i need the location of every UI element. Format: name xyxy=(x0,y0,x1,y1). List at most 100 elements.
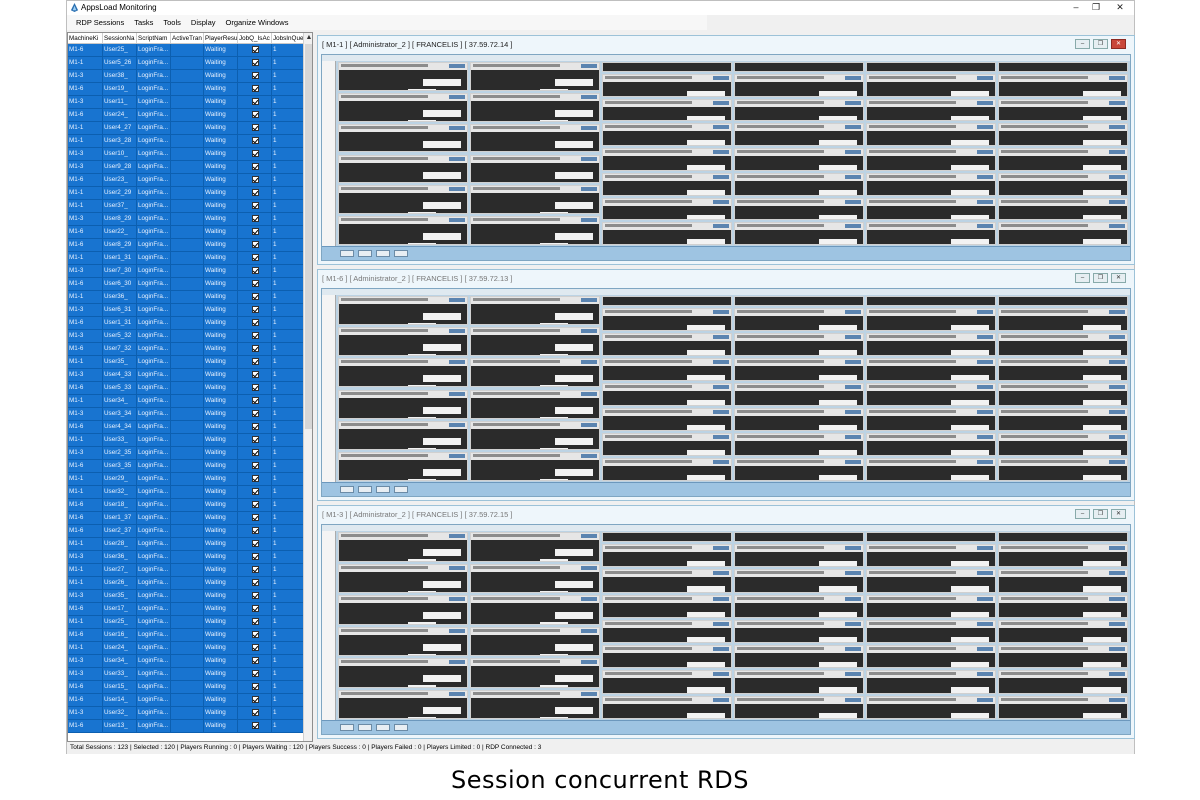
table-row[interactable]: M1-1 User1_31 LoginFra... Waiting 1 xyxy=(68,252,312,265)
table-row[interactable]: M1-6 User3_35 LoginFra... Waiting 1 xyxy=(68,460,312,473)
session-tile[interactable] xyxy=(338,296,468,326)
session-tile[interactable] xyxy=(866,222,996,245)
table-row[interactable]: M1-3 User9_28 LoginFra... Waiting 1 xyxy=(68,161,312,174)
session-tile[interactable] xyxy=(470,123,600,153)
session-tile[interactable] xyxy=(470,154,600,184)
session-tile[interactable] xyxy=(470,451,600,481)
checkbox-checked-icon[interactable] xyxy=(251,410,259,417)
session-tile[interactable] xyxy=(866,383,996,406)
session-tile[interactable] xyxy=(602,333,732,356)
table-row[interactable]: M1-6 User2_37 LoginFra... Waiting 1 xyxy=(68,525,312,538)
checkbox-checked-icon[interactable] xyxy=(251,566,259,573)
session-tile[interactable] xyxy=(734,148,864,171)
checkbox-checked-icon[interactable] xyxy=(251,241,259,248)
checkbox-checked-icon[interactable] xyxy=(251,111,259,118)
table-row[interactable]: M1-3 User35_ LoginFra... Waiting 1 xyxy=(68,590,312,603)
session-tile[interactable] xyxy=(470,658,600,688)
rdp-remote-desktop[interactable] xyxy=(321,288,1131,497)
session-tile[interactable] xyxy=(602,408,732,431)
checkbox-checked-icon[interactable] xyxy=(251,202,259,209)
table-row[interactable]: M1-1 User35_ LoginFra... Waiting 1 xyxy=(68,356,312,369)
session-tile[interactable] xyxy=(998,670,1128,694)
session-tile[interactable] xyxy=(470,389,600,419)
session-tile[interactable] xyxy=(338,154,468,184)
session-tile[interactable] xyxy=(866,544,996,568)
session-tile[interactable] xyxy=(998,433,1128,456)
checkbox-checked-icon[interactable] xyxy=(251,527,259,534)
menu-tasks[interactable]: Tasks xyxy=(129,15,158,30)
table-row[interactable]: M1-1 User24_ LoginFra... Waiting 1 xyxy=(68,642,312,655)
session-tile[interactable] xyxy=(734,408,864,431)
session-tile[interactable] xyxy=(998,458,1128,481)
taskbar-icon[interactable] xyxy=(340,250,354,257)
session-tile[interactable] xyxy=(866,619,996,644)
table-row[interactable]: M1-1 User28_ LoginFra... Waiting 1 xyxy=(68,538,312,551)
table-row[interactable]: M1-3 User38_ LoginFra... Waiting 1 xyxy=(68,70,312,83)
session-tile[interactable] xyxy=(998,569,1128,593)
rdp-window[interactable]: [ M1-6 ] [ Administrator_2 ] [ FRANCELIS… xyxy=(317,269,1135,501)
session-tile[interactable] xyxy=(602,695,732,719)
session-tile[interactable] xyxy=(338,216,468,245)
session-tile[interactable] xyxy=(734,333,864,356)
session-tile[interactable] xyxy=(602,148,732,171)
session-tile[interactable] xyxy=(998,148,1128,171)
session-tile[interactable] xyxy=(338,123,468,153)
session-tile[interactable] xyxy=(602,458,732,481)
rdp-remote-desktop[interactable] xyxy=(321,54,1131,261)
session-tile[interactable] xyxy=(734,619,864,644)
table-row[interactable]: M1-6 User7_32 LoginFra... Waiting 1 xyxy=(68,343,312,356)
taskbar-icon[interactable] xyxy=(358,486,372,493)
checkbox-checked-icon[interactable] xyxy=(251,579,259,586)
column-header-player-result[interactable]: PlayerResu xyxy=(204,33,238,43)
checkbox-checked-icon[interactable] xyxy=(251,384,259,391)
menu-display[interactable]: Display xyxy=(186,15,221,30)
session-tile[interactable] xyxy=(866,123,996,147)
rdp-close-button[interactable]: ✕ xyxy=(1111,39,1126,49)
session-tile[interactable] xyxy=(998,74,1128,97)
session-tile[interactable] xyxy=(734,458,864,481)
table-row[interactable]: M1-1 User26_ LoginFra... Waiting 1 xyxy=(68,577,312,590)
session-tile[interactable] xyxy=(734,74,864,97)
column-header-jobq-isactive[interactable]: JobQ_IsAc xyxy=(238,33,272,43)
session-tile[interactable] xyxy=(338,451,468,481)
session-tile[interactable] xyxy=(866,74,996,97)
session-tile[interactable] xyxy=(866,358,996,381)
session-tile[interactable] xyxy=(866,172,996,196)
checkbox-checked-icon[interactable] xyxy=(251,592,259,599)
session-tile[interactable] xyxy=(734,544,864,568)
session-tile[interactable] xyxy=(338,185,468,215)
session-tile[interactable] xyxy=(866,308,996,331)
session-tile[interactable] xyxy=(998,98,1128,122)
session-tile[interactable] xyxy=(470,296,600,326)
checkbox-checked-icon[interactable] xyxy=(251,657,259,664)
session-tile[interactable] xyxy=(338,532,468,562)
checkbox-checked-icon[interactable] xyxy=(251,514,259,521)
session-tile[interactable] xyxy=(734,308,864,331)
session-tile[interactable] xyxy=(470,358,600,388)
session-tile[interactable] xyxy=(470,327,600,357)
table-row[interactable]: M1-3 User36_ LoginFra... Waiting 1 xyxy=(68,551,312,564)
checkbox-checked-icon[interactable] xyxy=(251,644,259,651)
table-row[interactable]: M1-3 User5_32 LoginFra... Waiting 1 xyxy=(68,330,312,343)
session-tile[interactable] xyxy=(998,619,1128,644)
table-row[interactable]: M1-3 User10_ LoginFra... Waiting 1 xyxy=(68,148,312,161)
session-tile[interactable] xyxy=(998,645,1128,669)
session-tile[interactable] xyxy=(602,645,732,669)
session-tile[interactable] xyxy=(734,296,864,306)
session-tile[interactable] xyxy=(734,532,864,542)
session-tile[interactable] xyxy=(602,62,732,72)
table-row[interactable]: M1-3 User7_30 LoginFra... Waiting 1 xyxy=(68,265,312,278)
checkbox-checked-icon[interactable] xyxy=(251,137,259,144)
session-tile[interactable] xyxy=(338,62,468,91)
session-tile[interactable] xyxy=(338,689,468,719)
session-tile[interactable] xyxy=(602,358,732,381)
column-header-jobs-in-queue[interactable]: JobsInQue xyxy=(272,33,305,43)
session-tile[interactable] xyxy=(602,433,732,456)
session-tile[interactable] xyxy=(998,383,1128,406)
rdp-maximize-button[interactable]: ❐ xyxy=(1093,509,1108,519)
rdp-remote-desktop[interactable] xyxy=(321,524,1131,735)
table-row[interactable]: M1-6 User6_30 LoginFra... Waiting 1 xyxy=(68,278,312,291)
session-tile[interactable] xyxy=(734,98,864,122)
session-tile[interactable] xyxy=(998,222,1128,245)
session-tile[interactable] xyxy=(602,569,732,593)
